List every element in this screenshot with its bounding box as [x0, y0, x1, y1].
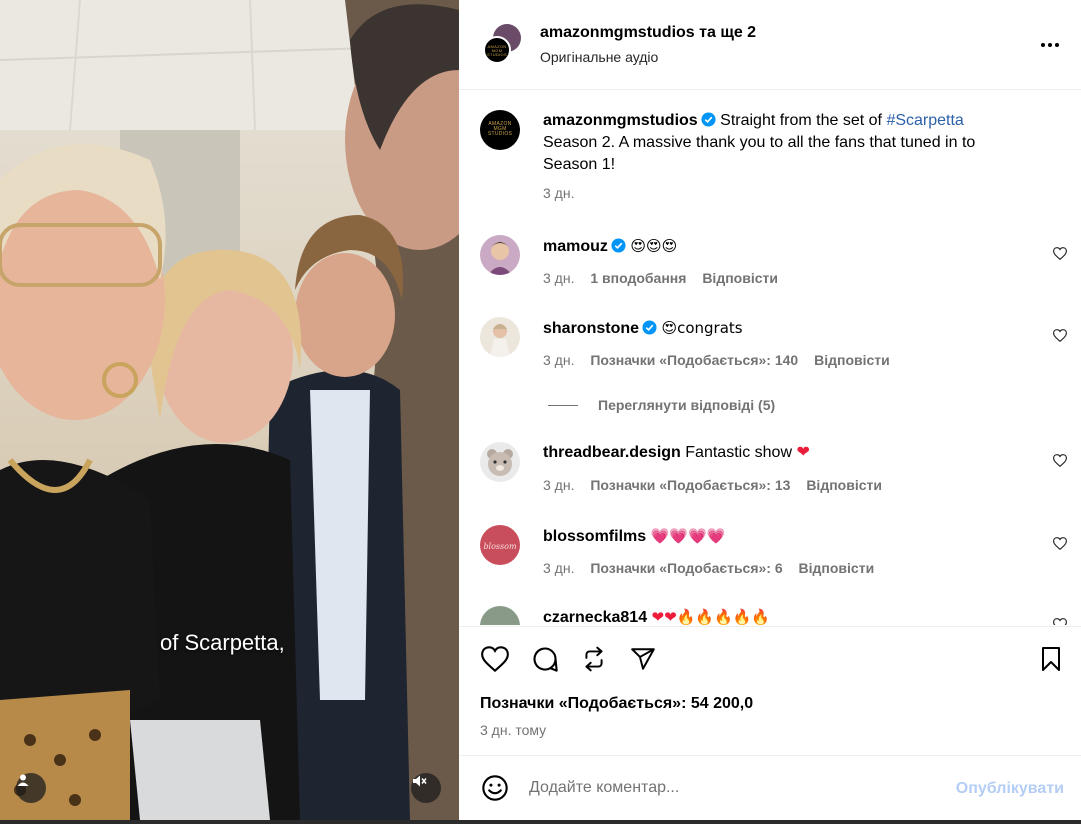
- comment-likes-link[interactable]: Позначки «Подобається»: 140: [590, 352, 798, 368]
- repost-button[interactable]: [577, 642, 611, 676]
- hashtag-link[interactable]: #Scarpetta: [886, 112, 963, 129]
- comments-list[interactable]: AMAZON MGM STUDIOS amazonmgmstudios Straig…: [459, 91, 1081, 625]
- more-dots-icon: [1041, 43, 1059, 47]
- comment-text: ❤❤🔥🔥🔥🔥🔥: [651, 608, 771, 625]
- comment-username[interactable]: mamouz: [543, 238, 608, 255]
- verified-badge-icon: [701, 112, 716, 127]
- video-frame: [0, 0, 459, 820]
- user-tags-button[interactable]: [16, 773, 46, 803]
- comment-username[interactable]: threadbear.design: [543, 444, 681, 461]
- comment-text: 💗💗💗💗: [650, 527, 726, 545]
- mute-button[interactable]: [411, 773, 441, 803]
- video-caption: of Scarpetta,: [160, 630, 285, 655]
- repost-icon: [585, 646, 603, 672]
- comment-username[interactable]: czarnecka814: [543, 609, 647, 625]
- caption-avatar[interactable]: AMAZON MGM STUDIOS: [480, 110, 520, 150]
- like-button[interactable]: [478, 642, 512, 676]
- heart-icon: [1052, 247, 1068, 261]
- header-username[interactable]: amazonmgmstudios: [540, 24, 695, 41]
- replies-divider: [548, 404, 578, 406]
- caption-time: 3 дн.: [543, 185, 575, 201]
- heart-icon: [1052, 329, 1068, 343]
- heart-icon: [481, 646, 509, 672]
- comment-meta: 3 дн. 1 вподобання Відповісти: [543, 270, 778, 286]
- brand-avatar: AMAZON MGM STUDIOS: [483, 36, 511, 64]
- save-button[interactable]: [1034, 642, 1068, 676]
- likes-count[interactable]: Позначки «Подобається»: 54 200,0: [480, 695, 753, 713]
- comment-avatar[interactable]: [480, 442, 520, 482]
- verified-badge-icon: [642, 320, 657, 335]
- post-details-panel: AMAZON MGM STUDIOS amazonmgmstudios та ще …: [459, 0, 1081, 820]
- caption-text: amazonmgmstudios Straight from the set o…: [543, 112, 976, 173]
- comment-text: 😍congrats: [661, 319, 743, 337]
- comment-text: Fantastic show ❤: [685, 444, 810, 461]
- view-replies-button[interactable]: Переглянути відповіді (5): [548, 394, 775, 416]
- reply-button[interactable]: Відповісти: [799, 560, 875, 576]
- comment-avatar[interactable]: [480, 235, 520, 275]
- comment-like-button[interactable]: [1052, 329, 1068, 347]
- header-title: amazonmgmstudios та ще 2: [540, 24, 756, 42]
- comment-like-button[interactable]: [1052, 618, 1068, 625]
- svg-text:blossom: blossom: [483, 542, 517, 551]
- comment-avatar[interactable]: blossom: [480, 525, 520, 565]
- comment-icon: [533, 647, 558, 672]
- heart-icon: [1052, 537, 1068, 551]
- comment-meta: 3 дн. Позначки «Подобається»: 6 Відповіс…: [543, 560, 875, 576]
- more-options-button[interactable]: [1033, 28, 1067, 62]
- caption-username[interactable]: amazonmgmstudios: [543, 112, 698, 129]
- speaker-muted-icon: [413, 775, 427, 787]
- heart-icon: [1052, 618, 1068, 625]
- post-actions: Позначки «Подобається»: 54 200,0 3 дн. т…: [459, 626, 1081, 746]
- comment-likes-link[interactable]: Позначки «Подобається»: 6: [590, 560, 782, 576]
- comment-meta: 3 дн. Позначки «Подобається»: 13 Відпові…: [543, 477, 882, 493]
- comment-likes-link[interactable]: 1 вподобання: [590, 270, 686, 286]
- comment-likes-link[interactable]: Позначки «Подобається»: 13: [590, 477, 790, 493]
- reply-button[interactable]: Відповісти: [806, 477, 882, 493]
- comment-button[interactable]: [528, 642, 562, 676]
- comment-avatar[interactable]: [480, 317, 520, 357]
- comment-username[interactable]: blossomfilms: [543, 528, 646, 545]
- verified-badge-icon: [611, 238, 626, 253]
- post-header: AMAZON MGM STUDIOS amazonmgmstudios та ще …: [459, 0, 1081, 90]
- person-icon: [17, 774, 29, 786]
- comment-username[interactable]: sharonstone: [543, 320, 639, 337]
- comment-meta: 3 дн. Позначки «Подобається»: 140 Відпов…: [543, 352, 890, 368]
- audio-link[interactable]: Оригінальне аудіо: [540, 49, 658, 65]
- comment-like-button[interactable]: [1052, 247, 1068, 265]
- comment-avatar[interactable]: [480, 606, 520, 625]
- comment-like-button[interactable]: [1052, 454, 1068, 472]
- comment-like-button[interactable]: [1052, 537, 1068, 555]
- post-video[interactable]: of Scarpetta,: [0, 0, 459, 820]
- coauthor-avatars[interactable]: AMAZON MGM STUDIOS: [483, 24, 523, 64]
- coauthors-link[interactable]: та ще 2: [699, 24, 756, 41]
- emoji-picker-button[interactable]: [478, 771, 512, 805]
- share-button[interactable]: [626, 642, 660, 676]
- reply-button[interactable]: Відповісти: [814, 352, 890, 368]
- post-timestamp: 3 дн. тому: [480, 722, 547, 738]
- send-icon: [631, 648, 655, 670]
- publish-button[interactable]: Опублікувати: [956, 780, 1064, 798]
- comment-composer: Опублікувати: [459, 755, 1081, 820]
- comment-input[interactable]: [529, 774, 929, 802]
- smiley-icon: [482, 775, 508, 801]
- comment-text: 😍😍😍: [630, 237, 678, 255]
- heart-icon: [1052, 454, 1068, 468]
- post-modal: of Scarpetta, AMAZON MGM STUDIOS amazonm…: [0, 0, 1081, 824]
- bookmark-icon: [1042, 647, 1060, 671]
- reply-button[interactable]: Відповісти: [702, 270, 778, 286]
